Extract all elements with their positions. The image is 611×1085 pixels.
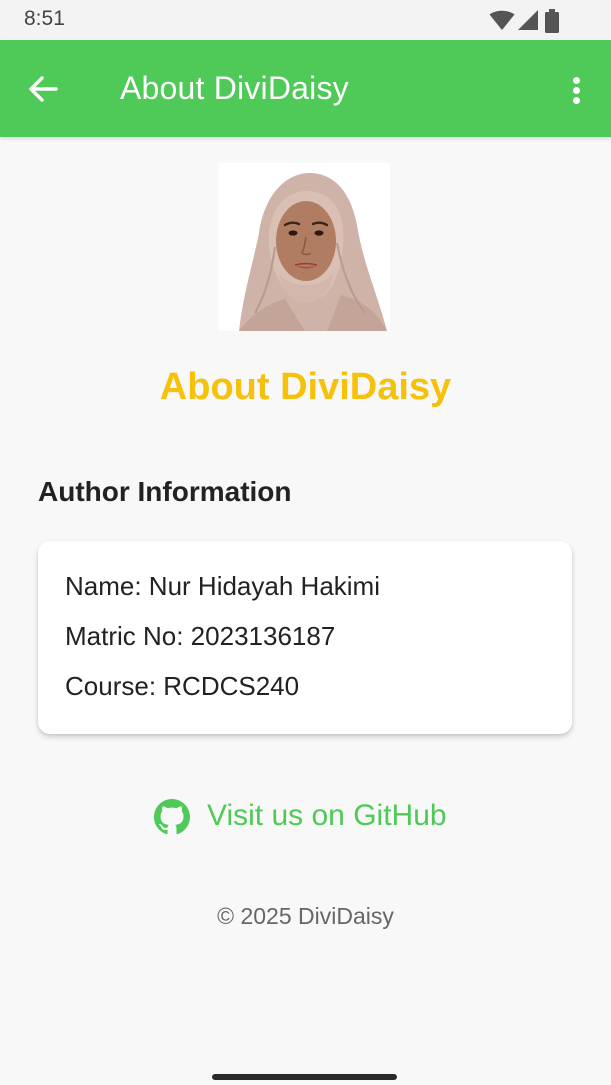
status-icons (487, 9, 567, 33)
author-name: Name: Nur Hidayah Hakimi (65, 571, 380, 601)
arrow-left-icon (29, 76, 58, 102)
copyright-text: © 2025 DiviDaisy (217, 903, 394, 929)
status-bar: 8:51 (0, 0, 611, 40)
author-photo (219, 163, 390, 331)
back-button[interactable] (18, 64, 68, 114)
battery-icon (545, 9, 559, 33)
author-info-card: Name: Nur Hidayah Hakimi Matric No: 2023… (38, 541, 572, 734)
app-bar-title: About DiviDaisy (120, 70, 349, 106)
github-link-label: Visit us on GitHub (207, 799, 447, 832)
gesture-nav-handle[interactable] (212, 1074, 397, 1080)
author-course: Course: RCDCS240 (65, 671, 300, 701)
more-options-button[interactable] (559, 68, 593, 112)
app-bar: About DiviDaisy (0, 40, 611, 137)
github-icon (154, 799, 190, 835)
cell-signal-icon (518, 10, 538, 30)
about-heading: About DiviDaisy (159, 366, 452, 408)
status-time: 8:51 (24, 7, 65, 30)
author-information-title: Author Information (38, 476, 292, 507)
wifi-icon (489, 10, 515, 30)
author-matric-no: Matric No: 2023136187 (65, 621, 336, 651)
